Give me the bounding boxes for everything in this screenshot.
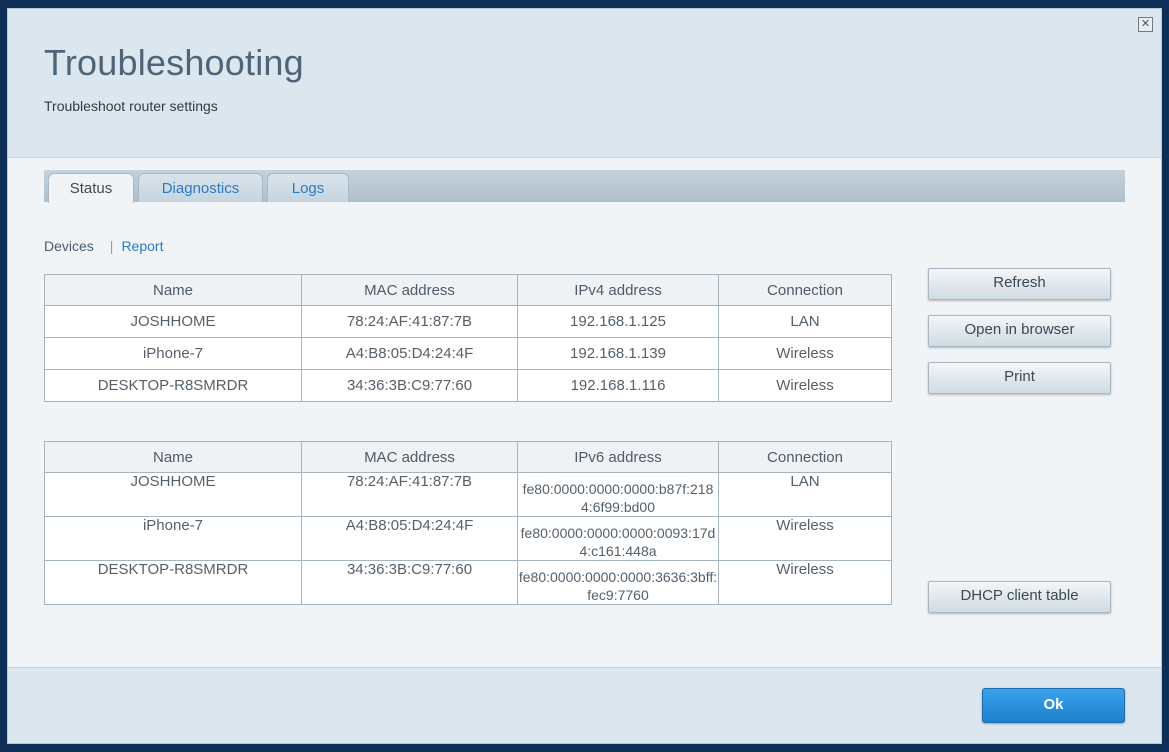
ipv4-device-table: Name MAC address IPv4 address Connection… [44,274,892,402]
cell-name: JOSHHOME [44,305,302,338]
cell-connection: Wireless [718,516,892,561]
cell-ipv6: fe80:0000:0000:0000:0093:17d4:c161:448a [517,516,719,561]
cell-connection: LAN [718,472,892,517]
cell-ipv6: fe80:0000:0000:0000:b87f:2184:6f99:bd00 [517,472,719,517]
tab-status[interactable]: Status [48,173,134,203]
footer-divider [8,667,1161,668]
cell-connection: Wireless [718,337,892,370]
column-header-ipv4: IPv4 address [517,274,719,306]
table-header-row: Name MAC address IPv6 address Connection [44,441,892,473]
ok-button[interactable]: Ok [982,688,1125,723]
close-icon[interactable]: ✕ [1138,17,1153,32]
cell-mac: A4:B8:05:D4:24:4F [301,516,518,561]
tab-bar: Status Diagnostics Logs [44,170,1125,203]
cell-connection: LAN [718,305,892,338]
page-subtitle: Troubleshoot router settings [44,98,218,114]
cell-name: iPhone-7 [44,337,302,370]
cell-connection: Wireless [718,560,892,605]
subnav-devices[interactable]: Devices [44,238,94,254]
table-row: iPhone-7 A4:B8:05:D4:24:4F 192.168.1.139… [44,337,892,370]
cell-name: DESKTOP-R8SMRDR [44,369,302,402]
table-header-row: Name MAC address IPv4 address Connection [44,274,892,306]
refresh-button[interactable]: Refresh [928,268,1111,300]
tab-logs[interactable]: Logs [267,173,349,202]
print-button[interactable]: Print [928,362,1111,394]
cell-mac: 34:36:3B:C9:77:60 [301,560,518,605]
cell-ipv6: fe80:0000:0000:0000:3636:3bff:fec9:7760 [517,560,719,605]
column-header-connection: Connection [718,274,892,306]
subnav-report-link[interactable]: Report [121,238,163,254]
column-header-mac: MAC address [301,441,518,473]
column-header-name: Name [44,441,302,473]
table-row: DESKTOP-R8SMRDR 34:36:3B:C9:77:60 192.16… [44,369,892,402]
cell-ipv4: 192.168.1.125 [517,305,719,338]
column-header-mac: MAC address [301,274,518,306]
content-area: Status Diagnostics Logs Devices | Report N… [8,158,1161,667]
cell-mac: 78:24:AF:41:87:7B [301,305,518,338]
subnav-separator: | [109,238,114,254]
page-title: Troubleshooting [44,42,304,83]
table-row: DESKTOP-R8SMRDR 34:36:3B:C9:77:60 fe80:0… [44,560,892,605]
cell-ipv4: 192.168.1.139 [517,337,719,370]
troubleshooting-dialog: ✕ Troubleshooting Troubleshoot router se… [7,8,1162,744]
cell-mac: A4:B8:05:D4:24:4F [301,337,518,370]
column-header-connection: Connection [718,441,892,473]
subnav: Devices | Report [44,238,163,254]
cell-connection: Wireless [718,369,892,402]
cell-ipv4: 192.168.1.116 [517,369,719,402]
tab-diagnostics[interactable]: Diagnostics [138,173,263,202]
column-header-ipv6: IPv6 address [517,441,719,473]
ipv6-device-table: Name MAC address IPv6 address Connection… [44,441,892,605]
open-in-browser-button[interactable]: Open in browser [928,315,1111,347]
cell-mac: 78:24:AF:41:87:7B [301,472,518,517]
dhcp-client-table-button[interactable]: DHCP client table [928,581,1111,613]
cell-name: JOSHHOME [44,472,302,517]
table-row: iPhone-7 A4:B8:05:D4:24:4F fe80:0000:000… [44,516,892,561]
column-header-name: Name [44,274,302,306]
table-row: JOSHHOME 78:24:AF:41:87:7B fe80:0000:000… [44,472,892,517]
cell-name: iPhone-7 [44,516,302,561]
cell-name: DESKTOP-R8SMRDR [44,560,302,605]
cell-mac: 34:36:3B:C9:77:60 [301,369,518,402]
table-row: JOSHHOME 78:24:AF:41:87:7B 192.168.1.125… [44,305,892,338]
